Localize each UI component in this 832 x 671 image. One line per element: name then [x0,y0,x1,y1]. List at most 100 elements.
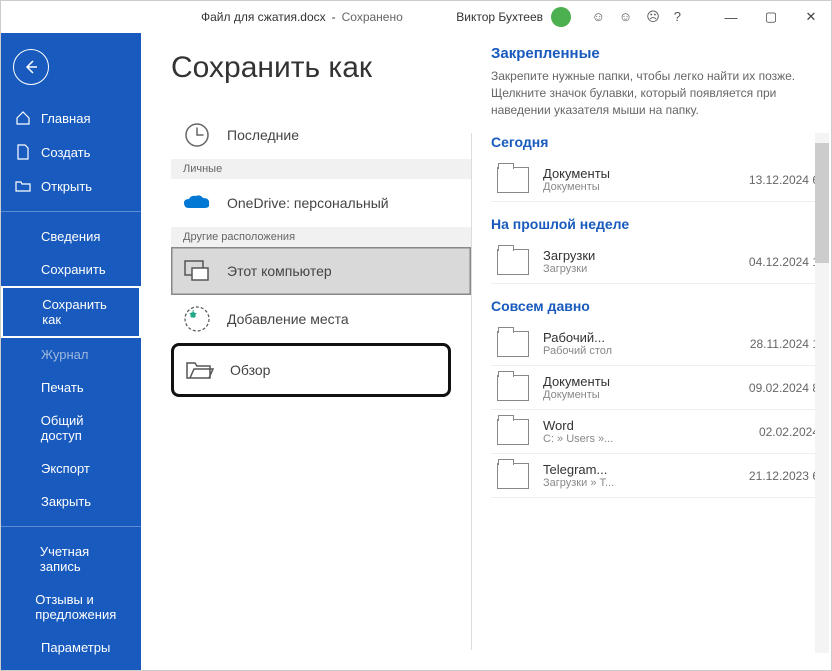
svg-text:+: + [189,306,197,321]
folder-groups: Сегодня Документы Документы 13.12.2024 6 На … [491,134,825,498]
maximize-button[interactable]: ▢ [751,1,791,33]
nav-open[interactable]: Открыть [1,169,141,203]
nav-feedback[interactable]: Отзывы и предложения [1,583,141,631]
folder-row[interactable]: Рабочий...Рабочий стол28.11.2024 1 [491,322,825,366]
folder-path: Загрузки [543,263,735,275]
window-controls: — ▢ ✕ [711,1,831,33]
folder-icon [497,463,529,489]
add-place-icon: + [183,305,211,333]
nav-save-label: Сохранить [41,262,106,277]
folder-icon [497,331,529,357]
nav-export-label: Экспорт [41,461,90,476]
pinned-description: Закрепите нужные папки, чтобы легко найт… [491,68,825,118]
face-smile-icon[interactable]: ☺ [592,9,605,25]
folder-path: Документы [543,181,735,193]
nav-options[interactable]: Параметры [1,631,141,664]
location-recent-label: Последние [227,127,299,143]
back-button[interactable] [13,49,49,85]
clock-icon [183,121,211,149]
folder-icon [497,249,529,275]
titlebar: Файл для сжатия.docx - Сохранено Виктор … [1,1,831,33]
nav-print[interactable]: Печать [1,371,141,404]
folder-row[interactable]: ЗагрузкиЗагрузки 04.12.2024 1 [491,240,825,284]
user-block[interactable]: Виктор Бухтеев [456,7,571,27]
arrow-left-icon [23,59,39,75]
folder-name: Документы [543,374,735,389]
time-group-heading: Сегодня [491,134,825,150]
nav-open-label: Открыть [41,179,92,194]
folder-icon [497,167,529,193]
nav-history: Журнал [1,338,141,371]
location-browse[interactable]: Обзор [171,343,451,397]
folder-icon [497,419,529,445]
nav-saveas[interactable]: Сохранить как [1,286,141,338]
backstage-body: Главная Создать Открыть Сведения Сохрани… [1,33,831,670]
nav-account[interactable]: Учетная запись [1,535,141,583]
folder-date: 04.12.2024 1 [749,255,819,269]
nav-separator-2 [1,526,141,527]
home-icon [15,110,31,126]
location-onedrive[interactable]: OneDrive: персональный [171,179,471,227]
pinned-heading: Закрепленные [491,45,825,62]
browse-label: Обзор [230,362,270,378]
nav-info-label: Сведения [41,229,100,244]
nav-share-label: Общий доступ [41,413,127,443]
feedback-icons: ☺ ☺ ☹ ? [592,9,681,25]
folder-name: Word [543,418,745,433]
folder-name: Загрузки [543,248,735,263]
nav-home[interactable]: Главная [1,101,141,135]
folder-row[interactable]: ДокументыДокументы09.02.2024 8 [491,366,825,410]
nav-new[interactable]: Создать [1,135,141,169]
nav-share[interactable]: Общий доступ [1,404,141,452]
scrollbar[interactable] [815,133,829,653]
nav-account-label: Учетная запись [40,544,127,574]
document-title: Файл для сжатия.docx - Сохранено [201,10,403,24]
location-recent[interactable]: Последние [171,111,471,159]
scrollbar-thumb[interactable] [815,143,829,263]
help-icon[interactable]: ? [674,9,681,25]
face-sad-icon[interactable]: ☹ [646,9,660,25]
sidebar: Главная Создать Открыть Сведения Сохрани… [1,33,141,670]
onedrive-label: OneDrive: персональный [227,195,389,211]
folders-column: Закрепленные Закрепите нужные папки, что… [471,33,831,670]
user-name: Виктор Бухтеев [456,10,543,24]
user-avatar-icon [551,7,571,27]
close-button[interactable]: ✕ [791,1,831,33]
nav-history-label: Журнал [41,347,88,362]
folder-date: 02.02.2024 [759,425,819,439]
folder-row[interactable]: ДокументыДокументы13.12.2024 6 [491,158,825,202]
page-title: Сохранить как [171,51,471,85]
nav-feedback-label: Отзывы и предложения [35,592,127,622]
location-addplace[interactable]: + Добавление места [171,295,471,343]
nav-info[interactable]: Сведения [1,220,141,253]
folder-date: 09.02.2024 8 [749,381,819,395]
folder-path: Рабочий стол [543,345,736,357]
minimize-button[interactable]: — [711,1,751,33]
nav-print-label: Печать [41,380,84,395]
folder-row[interactable]: WordC: » Users »...02.02.2024 [491,410,825,454]
nav-export[interactable]: Экспорт [1,452,141,485]
folder-date: 13.12.2024 6 [749,173,819,187]
nav-save[interactable]: Сохранить [1,253,141,286]
face-neutral-icon[interactable]: ☺ [619,9,632,25]
group-other: Другие расположения [171,227,471,247]
group-personal: Личные [171,159,471,179]
time-group-heading: На прошлой неделе [491,216,825,232]
nav-home-label: Главная [41,111,90,126]
folder-row[interactable]: Telegram...Загрузки » T...21.12.2023 6 [491,454,825,498]
nav-close[interactable]: Закрыть [1,485,141,518]
thispc-label: Этот компьютер [227,263,332,279]
addplace-label: Добавление места [227,311,349,327]
folder-name: Telegram... [543,462,735,477]
nav-close-label: Закрыть [41,494,91,509]
folder-open-icon [15,178,31,194]
folder-icon [497,375,529,401]
nav-separator [1,211,141,212]
save-status: Сохранено [342,10,403,24]
time-group-heading: Совсем давно [491,298,825,314]
browse-folder-icon [186,356,214,384]
folder-date: 21.12.2023 6 [749,469,819,483]
nav-saveas-label: Сохранить как [42,297,125,327]
location-thispc[interactable]: Этот компьютер [171,247,471,295]
nav-options-label: Параметры [41,640,110,655]
